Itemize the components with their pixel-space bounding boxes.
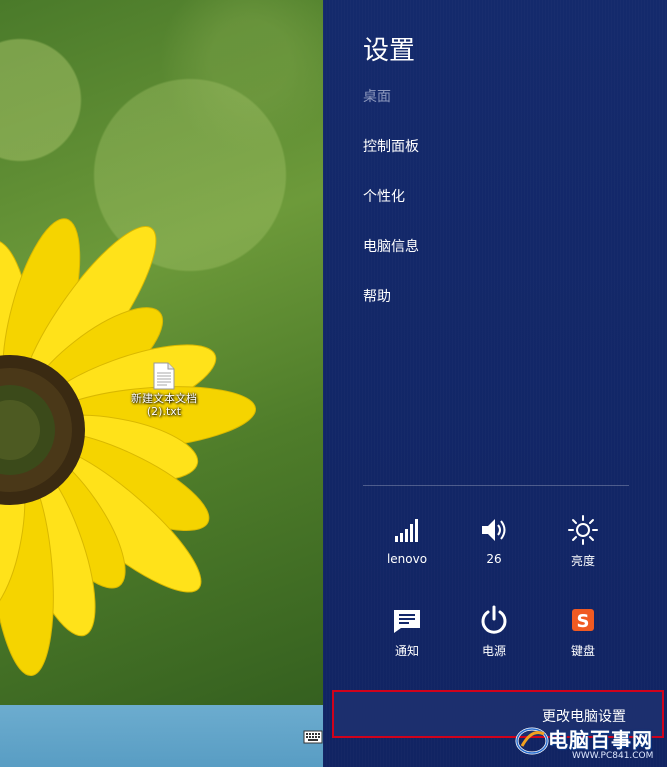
desktop-file-icon[interactable]: 新建文本文档 (2).txt	[128, 362, 200, 418]
menu-item-pc-info[interactable]: 电脑信息	[363, 236, 419, 256]
notification-icon	[394, 610, 420, 633]
keyboard-tray-icon[interactable]	[303, 727, 323, 747]
tile-network-label: lenovo	[386, 552, 428, 566]
desktop-file-name: 新建文本文档 (2).txt	[131, 392, 197, 418]
tile-brightness-label: 亮度	[570, 554, 595, 568]
tile-notifications-label: 通知	[394, 644, 419, 658]
power-icon	[481, 605, 507, 634]
tile-brightness[interactable]: 亮度	[543, 514, 623, 569]
menu-item-control-panel[interactable]: 控制面板	[363, 136, 419, 156]
text-document-icon	[153, 362, 175, 390]
brightness-icon	[568, 515, 598, 545]
volume-icon	[482, 519, 506, 541]
svg-text:S: S	[577, 611, 590, 632]
wifi-signal-icon	[395, 519, 418, 542]
sogou-keyboard-icon: S	[572, 609, 594, 632]
site-watermark: 电脑百事网 WWW.PC841.COM	[512, 722, 667, 767]
tile-keyboard-label: 键盘	[570, 644, 595, 658]
watermark-url: WWW.PC841.COM	[572, 751, 654, 761]
desktop-wallpaper: 新建文本文档 (2).txt	[0, 0, 323, 767]
taskbar[interactable]	[0, 705, 323, 767]
tile-volume-label: 26	[486, 552, 502, 566]
tile-keyboard[interactable]: S 键盘	[543, 604, 623, 659]
menu-item-help[interactable]: 帮助	[363, 286, 391, 306]
tile-volume[interactable]: 26	[454, 514, 534, 566]
tile-network[interactable]: lenovo	[367, 514, 447, 566]
tile-power[interactable]: 电源	[454, 604, 534, 659]
panel-divider	[363, 485, 629, 486]
watermark-text: 电脑百事网	[548, 728, 653, 752]
menu-item-desktop: 桌面	[363, 89, 391, 105]
settings-charm-panel: 设置 桌面 控制面板 个性化 电脑信息 帮助 lenovo 26 亮度 通知 电…	[323, 0, 667, 767]
panel-title: 设置	[363, 36, 416, 66]
tile-power-label: 电源	[481, 644, 506, 658]
watermark-logo-icon	[515, 727, 549, 755]
menu-item-personalization[interactable]: 个性化	[363, 186, 405, 206]
tile-notifications[interactable]: 通知	[367, 604, 447, 659]
